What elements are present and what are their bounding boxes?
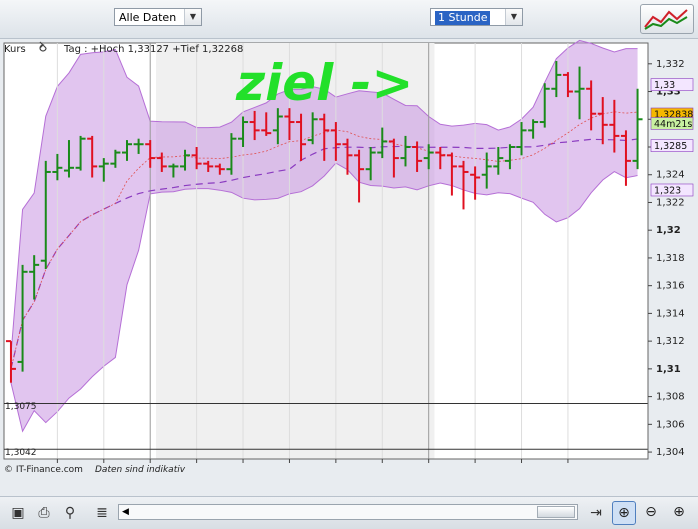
attachment-icon[interactable]: ⚲ (60, 503, 80, 523)
scroll-end-icon[interactable]: ⇥ (586, 503, 606, 523)
y-tick-label: 1,314 (656, 308, 685, 319)
y-tick-label: 1,322 (656, 197, 685, 208)
axis-value-label: 1,3285 (654, 141, 687, 152)
export-icon[interactable]: ≣ (92, 503, 112, 523)
range-select[interactable]: Alle Daten ▼ (114, 8, 202, 26)
interval-select-value: 1 Stunde (435, 11, 491, 25)
level-label-2: 1,3042 (5, 448, 37, 458)
range-select-value: Alle Daten (119, 11, 177, 24)
copyright-text: © IT-Finance.com (4, 465, 83, 475)
bottom-toolbar: ▣ ⎙ ⚲ ≣ ◀ ⇥ ⊕ ⊖ ⊕ (0, 496, 698, 529)
top-toolbar: Alle Daten ▼ 1 Stunde ▼ (0, 0, 698, 39)
y-tick-label: 1,308 (656, 392, 685, 403)
y-tick-label: 1,324 (656, 170, 685, 181)
chart-style-button[interactable] (640, 4, 694, 34)
day-high-low-info: Tag : +Hoch 1,33127 +Tief 1,32268 (63, 44, 243, 55)
zoom-fit-icon[interactable]: ⊕ (612, 501, 636, 525)
y-tick-label: 1,304 (656, 447, 685, 458)
chevron-down-icon: ▼ (184, 9, 201, 25)
y-tick-label: 1,32 (656, 225, 681, 236)
axis-value-label: 1,323 (654, 185, 681, 196)
price-chart[interactable]: 1,3321,331,3281,3261,3241,3221,321,3181,… (0, 38, 698, 492)
axis-value-label: 1,33 (654, 80, 675, 91)
chart-area[interactable]: 1,3321,331,3281,3261,3241,3221,321,3181,… (0, 38, 698, 492)
annotation-ziel: ziel -> (235, 54, 413, 112)
axis-value-label: 44m21s (654, 119, 692, 130)
y-tick-label: 1,312 (656, 336, 685, 347)
y-tick-label: 1,306 (656, 419, 685, 430)
panel-label: Kurs (4, 44, 26, 55)
print-icon[interactable]: ⎙ (34, 503, 54, 523)
y-tick-label: 1,316 (656, 281, 685, 292)
chart-style-icon (644, 9, 688, 30)
zoom-in-icon[interactable]: ⊕ (668, 501, 690, 523)
y-tick-label: 1,318 (656, 253, 685, 264)
level-label-1: 1,3075 (5, 402, 37, 412)
y-tick-label: 1,31 (656, 364, 681, 375)
scroll-left-icon[interactable]: ◀ (122, 505, 129, 519)
zoom-out-icon[interactable]: ⊖ (640, 501, 662, 523)
scroll-thumb[interactable] (537, 506, 575, 518)
interval-select[interactable]: 1 Stunde ▼ (430, 8, 523, 26)
save-icon[interactable]: ▣ (8, 503, 28, 523)
time-scrollbar[interactable]: ◀ (118, 504, 578, 520)
chevron-down-icon: ▼ (505, 9, 522, 25)
y-tick-label: 1,332 (656, 59, 685, 70)
disclaimer-text: Daten sind indikativ (95, 465, 186, 475)
